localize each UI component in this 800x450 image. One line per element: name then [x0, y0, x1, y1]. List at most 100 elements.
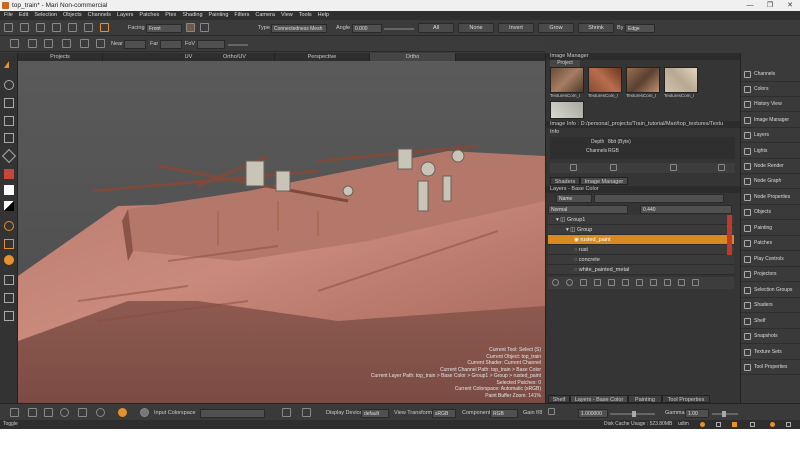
tab-projects[interactable]: Projects — [18, 53, 103, 61]
layer-row-rusted-paint[interactable]: ◉ rusted_paint — [548, 235, 734, 245]
tab-lights[interactable]: Lights — [741, 144, 800, 159]
transform-icon[interactable] — [1, 148, 17, 164]
lut-settings-icon[interactable] — [302, 408, 311, 417]
foreground-color-icon[interactable] — [4, 169, 14, 179]
menu-painting[interactable]: Painting — [209, 11, 229, 20]
tab-ortho-uv[interactable]: Ortho/UV — [195, 53, 275, 61]
open-project-icon[interactable] — [20, 23, 29, 32]
tab-colors[interactable]: Colors — [741, 82, 800, 97]
memory-icon[interactable] — [786, 422, 791, 427]
tab-selection-groups[interactable]: Selection Groups — [741, 283, 800, 298]
opacity-field[interactable]: 0.440 — [640, 205, 732, 214]
cache-icon[interactable] — [716, 422, 721, 427]
layer-row-group[interactable]: ▾ ◫ Group — [548, 225, 734, 235]
facing-dropdown[interactable]: Front — [146, 24, 182, 33]
minimize-button[interactable]: — — [740, 0, 760, 11]
tab-play-controls[interactable]: Play Controls — [741, 252, 800, 267]
tab-layers[interactable]: Layers — [741, 128, 800, 143]
input-colorspace-dropdown[interactable] — [200, 409, 265, 418]
merge-layer-icon[interactable] — [664, 279, 671, 286]
add-adjustment-icon[interactable] — [566, 279, 573, 286]
near-field[interactable] — [124, 40, 146, 49]
display-device-dropdown[interactable]: default — [361, 409, 389, 418]
3d-viewport[interactable]: Current Tool: Select (S) Current Object:… — [18, 61, 545, 403]
tab-shaders[interactable]: Shaders — [550, 177, 580, 185]
texture-thumbnail[interactable] — [664, 67, 698, 93]
menu-ptex[interactable]: Ptex — [165, 11, 176, 20]
delete-layer-icon[interactable] — [692, 279, 699, 286]
angle-field[interactable]: 0.000 — [352, 24, 382, 33]
menu-channels[interactable]: Channels — [88, 11, 111, 20]
tab-image-manager[interactable]: Image Manager — [580, 177, 628, 185]
tab-shaders-palette[interactable]: Shaders — [741, 298, 800, 313]
layer-row-group1[interactable]: ▾ ◫ Group1 — [548, 215, 734, 225]
tab-layers-base-color[interactable]: Layers - Base Color — [570, 395, 628, 403]
view-transform-dropdown[interactable]: sRGB — [432, 409, 456, 418]
move-icon[interactable] — [28, 408, 37, 417]
gain-slider-handle[interactable] — [632, 411, 636, 417]
rotate-icon[interactable] — [60, 408, 69, 417]
invert-selection-button[interactable]: Invert — [498, 23, 534, 33]
tab-tool-properties[interactable]: Tool Properties — [662, 395, 710, 403]
layer-row-white-painted-metal[interactable]: ◌ white_painted_metal — [548, 265, 734, 275]
menu-camera[interactable]: Camera — [255, 11, 275, 20]
image-info-action-icon[interactable] — [570, 164, 577, 171]
new-project-icon[interactable] — [4, 23, 13, 32]
paint-brush-icon[interactable] — [4, 80, 14, 90]
down-arrow-icon[interactable] — [44, 408, 53, 417]
undo-icon[interactable] — [52, 23, 61, 32]
tab-ortho[interactable]: Ortho — [370, 53, 456, 61]
camera-lock-icon[interactable] — [62, 39, 71, 48]
tab-image-manager-palette[interactable]: Image Manager — [741, 113, 800, 128]
gain-field[interactable]: 1.000000 — [578, 409, 608, 418]
menu-file[interactable]: File — [4, 11, 13, 20]
menu-filters[interactable]: Filters — [234, 11, 249, 20]
select-tool-icon[interactable] — [4, 61, 9, 68]
tab-projectors[interactable]: Projectors — [741, 267, 800, 282]
paint-buffer-icon[interactable] — [4, 221, 14, 231]
tab-shelf[interactable]: Shelf — [548, 395, 570, 403]
object-select-icon[interactable] — [84, 23, 93, 32]
lights-icon[interactable] — [80, 39, 89, 48]
lock-icon[interactable] — [4, 311, 14, 321]
mirror-icon[interactable] — [4, 275, 14, 285]
orbit-icon[interactable] — [96, 408, 105, 417]
bake-icon[interactable] — [4, 239, 14, 249]
menu-layers[interactable]: Layers — [117, 11, 134, 20]
maximize-button[interactable]: ❐ — [760, 0, 780, 11]
flatten-layer-icon[interactable] — [650, 279, 657, 286]
texture-thumbnail[interactable] — [550, 101, 584, 119]
brush-preset-icon[interactable] — [4, 255, 14, 265]
settings-icon[interactable] — [750, 422, 755, 427]
share-layer-icon[interactable] — [622, 279, 629, 286]
texture-thumbnail[interactable] — [626, 67, 660, 93]
duplicate-layer-icon[interactable] — [678, 279, 685, 286]
blend-mode-dropdown[interactable]: Normal — [548, 205, 628, 214]
image-info-action-icon[interactable] — [610, 164, 617, 171]
image-info-action-icon[interactable] — [718, 164, 725, 171]
add-group-icon[interactable] — [580, 279, 587, 286]
menu-tools[interactable]: Tools — [299, 11, 312, 20]
gamma-field[interactable]: 1.00 — [685, 409, 709, 418]
tab-texture-sets[interactable]: Texture Sets — [741, 345, 800, 360]
lut-icon[interactable] — [282, 408, 291, 417]
menu-view[interactable]: View — [281, 11, 293, 20]
camera-reset-icon[interactable] — [10, 39, 19, 48]
fov-field[interactable] — [197, 40, 225, 49]
scale-icon[interactable] — [78, 408, 87, 417]
tab-node-graph[interactable]: Node Graph — [741, 174, 800, 189]
tab-node-properties[interactable]: Node Properties — [741, 190, 800, 205]
add-mask-icon[interactable] — [594, 279, 601, 286]
redo-icon[interactable] — [68, 23, 77, 32]
add-procedural-icon[interactable] — [608, 279, 615, 286]
warning-icon[interactable] — [732, 422, 737, 427]
clone-stamp-icon[interactable] — [4, 116, 14, 126]
tab-painting-palette[interactable]: Painting — [741, 221, 800, 236]
angle-slider[interactable] — [384, 28, 414, 30]
layer-row-concrete[interactable]: ◌ concrete — [548, 255, 734, 265]
menu-edit[interactable]: Edit — [19, 11, 28, 20]
texture-thumbnail[interactable] — [588, 67, 622, 93]
select-none-button[interactable]: None — [458, 23, 494, 33]
gamma-slider-handle[interactable] — [722, 411, 726, 417]
fov-slider[interactable] — [228, 44, 248, 46]
